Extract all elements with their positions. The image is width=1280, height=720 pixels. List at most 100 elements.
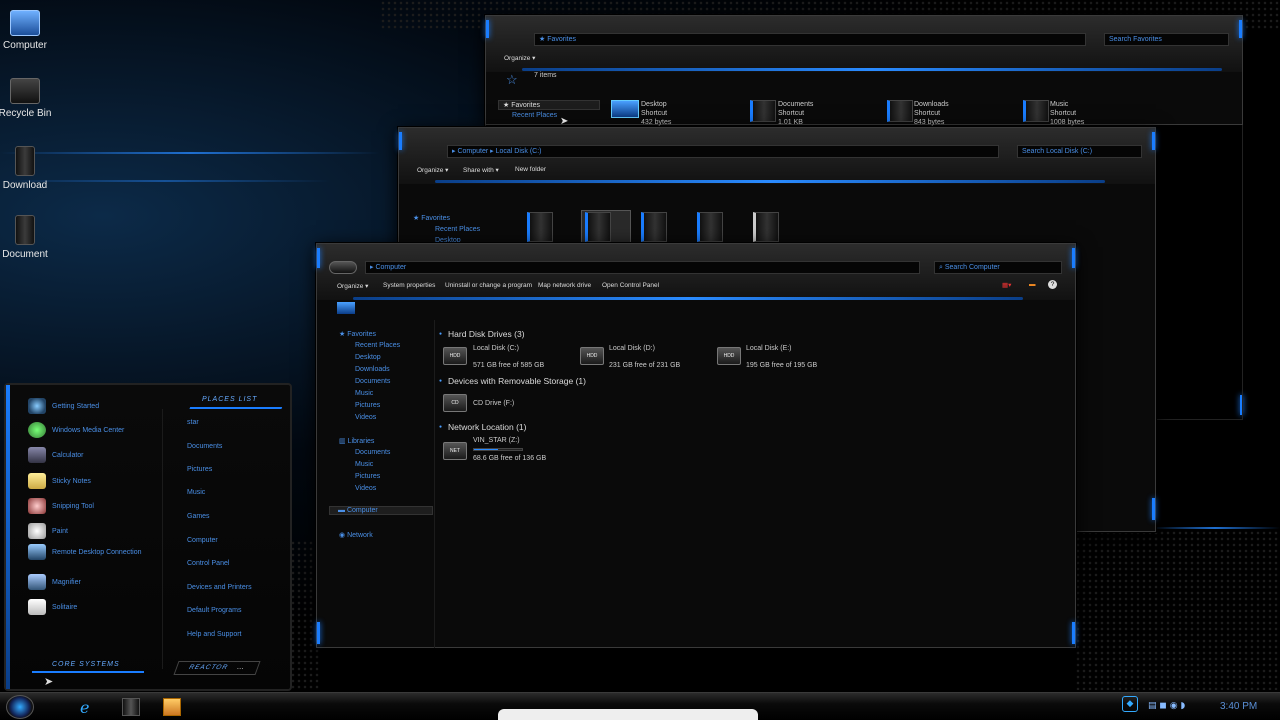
place-devices-printers[interactable]: Devices and Printers xyxy=(187,584,252,591)
clock[interactable]: 3:40 PM xyxy=(1220,701,1257,712)
search-input[interactable]: ⌕ Search Computer xyxy=(934,261,1062,274)
place-help-support[interactable]: Help and Support xyxy=(187,631,241,638)
nav-recent-places[interactable]: Recent Places xyxy=(435,226,480,233)
place-documents[interactable]: Documents xyxy=(187,443,222,450)
drive-c-name[interactable]: Local Disk (C:) xyxy=(473,345,519,352)
desktop-icon-document[interactable]: Document xyxy=(0,215,60,260)
nav-recent-places[interactable]: Recent Places xyxy=(355,342,400,349)
nav-favorites[interactable]: ★ Favorites xyxy=(498,100,600,110)
network-drive-name[interactable]: VIN_STAR (Z:) xyxy=(473,437,520,444)
internet-explorer-icon[interactable]: e xyxy=(80,698,89,717)
nav-network[interactable]: ◉ Network xyxy=(339,531,373,539)
nav-favorites[interactable]: ★ Favorites xyxy=(339,330,376,338)
program-label: Magnifier xyxy=(52,578,81,586)
view-options-icon[interactable]: ▦▾ xyxy=(1002,281,1011,289)
organize-button[interactable]: Organize ▾ xyxy=(504,54,535,62)
place-star[interactable]: star xyxy=(187,419,199,426)
place-games[interactable]: Games xyxy=(187,513,210,520)
organize-button[interactable]: Organize ▾ xyxy=(337,282,368,290)
program-solitaire[interactable]: Solitaire xyxy=(28,599,77,615)
file-type: Shortcut xyxy=(1050,110,1077,117)
program-remote-desktop[interactable]: Remote Desktop Connection xyxy=(28,544,142,560)
place-music[interactable]: Music xyxy=(187,489,205,496)
map-network-drive-button[interactable]: Map network drive xyxy=(538,282,591,289)
nav-favorites[interactable]: ★ Favorites xyxy=(413,214,450,222)
organize-button[interactable]: Organize ▾ xyxy=(417,166,448,174)
folder-icon[interactable] xyxy=(585,212,611,242)
file-item-documents[interactable]: Documents Shortcut 1.01 KB xyxy=(778,100,813,127)
explorer-taskbar-icon[interactable] xyxy=(122,698,140,716)
network-drive-usage-bar xyxy=(473,448,523,451)
share-with-button[interactable]: Share with ▾ xyxy=(463,166,499,174)
nav-libraries[interactable]: ▥ Libraries xyxy=(339,437,374,445)
back-forward-buttons[interactable] xyxy=(329,261,357,274)
place-pictures[interactable]: Pictures xyxy=(187,466,212,473)
desktop-icon-computer[interactable]: Computer xyxy=(0,10,60,51)
search-input[interactable]: Search Local Disk (C:) xyxy=(1017,145,1142,158)
file-icon[interactable] xyxy=(753,212,779,242)
computer-icon xyxy=(337,302,355,314)
place-control-panel[interactable]: Control Panel xyxy=(187,560,229,567)
help-icon[interactable]: ? xyxy=(1048,280,1057,289)
core-systems-button[interactable]: CORE SYSTEMS xyxy=(32,661,144,673)
drive-e-name[interactable]: Local Disk (E:) xyxy=(746,345,792,352)
nav-videos[interactable]: Videos xyxy=(355,414,376,421)
start-menu[interactable]: Getting Started Windows Media Center Cal… xyxy=(4,383,292,691)
folder-icon[interactable] xyxy=(641,212,667,242)
system-properties-button[interactable]: System properties xyxy=(383,282,435,289)
nav-music[interactable]: Music xyxy=(355,390,373,397)
cd-drive-icon: CD xyxy=(443,394,467,412)
desktop-icon-download[interactable]: Download xyxy=(0,146,60,191)
nav-downloads[interactable]: Downloads xyxy=(355,366,390,373)
nav-lib-documents[interactable]: Documents xyxy=(355,449,390,456)
address-bar[interactable]: ▸ Computer ▸ Local Disk (C:) xyxy=(447,145,999,158)
tray-icons[interactable]: ▤ ◼ ◉ ◗ xyxy=(1148,701,1208,711)
file-item-downloads[interactable]: Downloads Shortcut 843 bytes xyxy=(914,100,949,127)
preview-pane-icon[interactable]: ▬ xyxy=(1029,281,1036,288)
explorer-window-favorites[interactable]: ★ Favorites Search Favorites Organize ▾ … xyxy=(485,15,1243,127)
program-magnifier[interactable]: Magnifier xyxy=(28,574,81,590)
nav-recent-places[interactable]: Recent Places xyxy=(512,112,557,119)
open-control-panel-button[interactable]: Open Control Panel xyxy=(602,282,659,289)
nav-pictures[interactable]: Pictures xyxy=(355,402,380,409)
folder-icon[interactable] xyxy=(697,212,723,242)
folder-icon[interactable] xyxy=(527,212,553,242)
show-hidden-icons[interactable]: ◆ xyxy=(1122,696,1138,712)
calculator-icon xyxy=(28,447,46,463)
nav-lib-pictures[interactable]: Pictures xyxy=(355,473,380,480)
nav-lib-videos[interactable]: Videos xyxy=(355,485,376,492)
address-bar[interactable]: ▸ Computer xyxy=(365,261,920,274)
start-button[interactable] xyxy=(6,695,34,719)
program-paint[interactable]: Paint xyxy=(28,523,68,539)
desktop-icon-label: Recycle Bin xyxy=(0,108,52,119)
program-calculator[interactable]: Calculator xyxy=(28,447,84,463)
explorer-window-computer[interactable]: ▸ Computer ⌕ Search Computer Organize ▾ … xyxy=(316,243,1076,648)
media-player-icon[interactable] xyxy=(163,698,181,716)
nav-desktop[interactable]: Desktop xyxy=(355,354,381,361)
nav-computer-label: Computer xyxy=(346,507,378,514)
place-default-programs[interactable]: Default Programs xyxy=(187,607,241,614)
nav-documents[interactable]: Documents xyxy=(355,378,390,385)
new-folder-button[interactable]: New folder xyxy=(515,166,546,173)
start-menu-divider xyxy=(162,409,163,669)
uninstall-program-button[interactable]: Uninstall or change a program xyxy=(445,282,532,289)
program-media-center[interactable]: Windows Media Center xyxy=(28,422,124,438)
search-input[interactable]: Search Favorites xyxy=(1104,33,1229,46)
network-drive-free: 68.6 GB free of 136 GB xyxy=(473,455,547,462)
nav-lib-music[interactable]: Music xyxy=(355,461,373,468)
monitor-icon xyxy=(10,10,40,36)
program-snipping-tool[interactable]: Snipping Tool xyxy=(28,498,94,514)
window-accent xyxy=(1239,20,1242,38)
address-bar[interactable]: ★ Favorites xyxy=(534,33,1086,46)
place-computer[interactable]: Computer xyxy=(187,537,218,544)
nav-computer[interactable]: ▬ Computer xyxy=(329,506,433,515)
cd-drive-name[interactable]: CD Drive (F:) xyxy=(473,400,514,407)
program-getting-started[interactable]: Getting Started xyxy=(28,398,99,414)
file-item-music[interactable]: Music Shortcut 1008 bytes xyxy=(1050,100,1084,127)
file-item-desktop[interactable]: Desktop Shortcut 432 bytes xyxy=(641,100,671,127)
hdd-icon: HDD xyxy=(443,347,467,365)
desktop-icon-recycle-bin[interactable]: Recycle Bin xyxy=(0,78,60,119)
reactor-button[interactable]: REACTOR... xyxy=(173,661,261,675)
program-sticky-notes[interactable]: Sticky Notes xyxy=(28,473,91,489)
drive-d-name[interactable]: Local Disk (D:) xyxy=(609,345,655,352)
